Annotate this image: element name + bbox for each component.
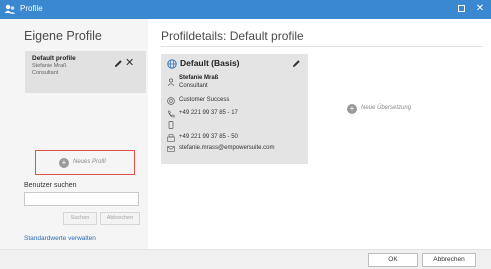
card-user-role: Consultant xyxy=(179,83,208,89)
close-icon: ✕ xyxy=(475,3,485,14)
phone-icon xyxy=(167,110,175,118)
card-department: Customer Success xyxy=(179,97,230,103)
own-profiles-heading: Eigene Profile xyxy=(24,29,102,43)
profile-list-item[interactable]: Default profile Stefanie Mraß Consultant… xyxy=(25,51,146,93)
cancel-search-button[interactable]: Abbrechen xyxy=(100,212,140,225)
mobile-icon xyxy=(168,121,174,129)
new-profile-label: Neues Profil xyxy=(73,159,106,165)
dialog-footer: OK Abbrechen xyxy=(0,249,491,269)
email-icon xyxy=(167,146,175,152)
window-title: Profile xyxy=(20,4,43,13)
cancel-button[interactable]: Abbrechen xyxy=(422,253,476,267)
new-translation-button[interactable]: + Neue Übersetzung xyxy=(311,54,483,164)
heading-divider xyxy=(161,46,483,47)
fax-icon xyxy=(167,134,175,142)
department-icon xyxy=(167,97,175,105)
profile-app-icon xyxy=(4,4,16,14)
title-bar: Profile ✕ xyxy=(0,0,491,19)
search-user-label: Benutzer suchen xyxy=(24,182,77,189)
profile-user: Stefanie Mraß xyxy=(32,63,67,69)
card-fax: +49 221 99 37 85 - 50 xyxy=(179,134,238,140)
add-circle-icon: + xyxy=(347,104,357,114)
ok-button[interactable]: OK xyxy=(368,253,418,267)
profile-details-heading: Profildetails: Default profile xyxy=(161,29,304,43)
pencil-icon[interactable] xyxy=(292,59,301,68)
add-circle-icon: + xyxy=(59,158,69,168)
search-user-input[interactable] xyxy=(24,192,139,206)
new-translation-label: Neue Übersetzung xyxy=(361,105,412,111)
search-button[interactable]: Suchen xyxy=(63,212,97,225)
own-profiles-panel: Eigene Profile Default profile Stefanie … xyxy=(0,19,148,249)
card-user-name: Stefanie Mraß xyxy=(179,75,219,81)
card-title: Default (Basis) xyxy=(180,58,240,68)
close-button[interactable]: ✕ xyxy=(473,2,487,16)
profile-role: Consultant xyxy=(32,70,59,76)
new-profile-button[interactable]: + Neues Profil xyxy=(35,150,135,175)
delete-profile-button[interactable]: ✕ xyxy=(125,57,135,69)
person-icon xyxy=(167,78,175,86)
maximize-button[interactable] xyxy=(454,2,468,16)
profile-detail-card[interactable]: Default (Basis) Stefanie Mraß Consultant… xyxy=(161,54,308,164)
globe-icon xyxy=(167,59,177,69)
card-phone: +49 221 99 37 85 - 17 xyxy=(179,110,238,116)
card-email: stefanie.mrass@empowersuite.com xyxy=(179,145,275,151)
maximize-icon xyxy=(457,4,465,12)
profile-name: Default profile xyxy=(32,55,76,62)
pencil-icon[interactable] xyxy=(114,59,123,68)
manage-defaults-link[interactable]: Standardwerte verwalten xyxy=(24,235,96,242)
